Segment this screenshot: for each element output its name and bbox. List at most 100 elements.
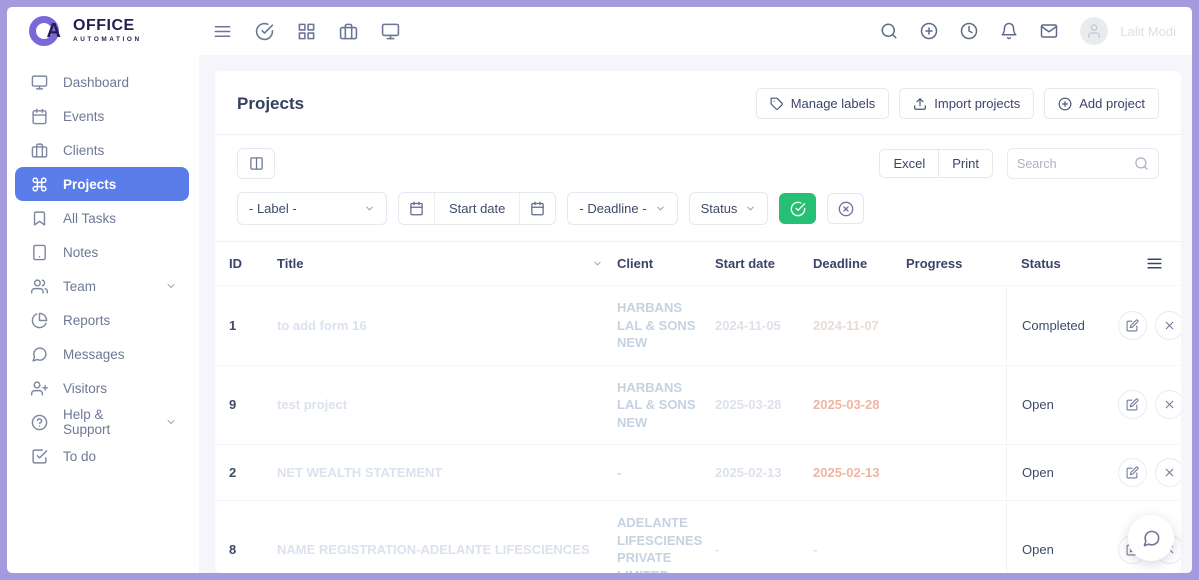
close-icon — [1163, 319, 1176, 332]
sidebar-item-help-support[interactable]: Help & Support — [15, 405, 189, 439]
project-id: 8 — [229, 529, 277, 570]
project-progress — [906, 392, 1006, 418]
check-circle-icon — [790, 201, 806, 217]
delete-project-button[interactable] — [1155, 311, 1181, 340]
start-date-range-filter: Start date — [398, 192, 556, 225]
deadline-filter-select[interactable]: - Deadline - — [567, 192, 677, 225]
column-header-status[interactable]: Status — [1006, 243, 1118, 284]
x-circle-icon — [838, 201, 854, 217]
column-visibility-button[interactable] — [237, 148, 275, 179]
sidebar-item-visitors[interactable]: Visitors — [15, 371, 189, 405]
sidebar-item-label: Dashboard — [63, 75, 129, 90]
search-input[interactable] — [1017, 157, 1134, 171]
sidebar-item-label: Visitors — [63, 381, 107, 396]
tasks-shortcut-icon[interactable] — [255, 22, 274, 41]
column-header-client[interactable]: Client — [617, 243, 715, 284]
sidebar-item-projects[interactable]: Projects — [15, 167, 189, 201]
column-header-title[interactable]: Title — [277, 243, 617, 284]
sidebar-item-dashboard[interactable]: Dashboard — [15, 65, 189, 99]
search-icon — [1134, 156, 1149, 171]
logo-ring-icon: A — [29, 16, 59, 46]
sidebar: Dashboard Events Clients Projects All Ta… — [7, 55, 199, 573]
table-row: 1 to add form 16 HARBANS LAL & SONS NEW … — [215, 286, 1181, 366]
column-header-start-date[interactable]: Start date — [715, 243, 813, 284]
sidebar-item-label: Projects — [63, 177, 116, 192]
column-header-id[interactable]: ID — [229, 243, 277, 284]
project-title-link[interactable]: test project — [277, 384, 617, 425]
project-title-link[interactable]: to add form 16 — [277, 305, 617, 346]
edit-project-button[interactable] — [1118, 390, 1147, 419]
project-title-link[interactable]: NAME REGISTRATION-ADELANTE LIFESCIENCES — [277, 529, 617, 570]
project-deadline: 2025-02-13 — [813, 452, 906, 493]
excel-export-button[interactable]: Excel — [879, 149, 938, 178]
import-projects-button[interactable]: Import projects — [899, 88, 1034, 119]
bookmark-icon — [31, 210, 48, 227]
calendar-icon[interactable] — [519, 193, 555, 224]
messages-mail-icon[interactable] — [1040, 22, 1058, 40]
sidebar-item-label: To do — [63, 449, 96, 464]
clients-shortcut-icon[interactable] — [339, 22, 358, 41]
sidebar-item-todo[interactable]: To do — [15, 439, 189, 473]
apply-filters-button[interactable] — [779, 193, 816, 224]
sidebar-item-label: Help & Support — [63, 407, 150, 437]
sidebar-item-label: Messages — [63, 347, 125, 362]
sidebar-item-events[interactable]: Events — [15, 99, 189, 133]
status-filter-select[interactable]: Status — [689, 192, 769, 225]
message-circle-icon — [31, 346, 48, 363]
sidebar-item-messages[interactable]: Messages — [15, 337, 189, 371]
edit-project-button[interactable] — [1118, 311, 1147, 340]
sidebar-item-label: Team — [63, 279, 96, 294]
edit-project-button[interactable] — [1118, 458, 1147, 487]
sidebar-item-label: Reports — [63, 313, 110, 328]
sidebar-item-team[interactable]: Team — [15, 269, 189, 303]
project-start-date: 2024-11-05 — [715, 305, 813, 346]
project-deadline: 2025-03-28 — [813, 384, 906, 425]
users-icon — [31, 278, 48, 295]
column-header-progress[interactable]: Progress — [906, 243, 1006, 284]
chat-bubble-icon — [1142, 529, 1161, 548]
monitor-icon — [31, 74, 48, 91]
top-bar: A OFFICE AUTOMATION Lalit M — [7, 7, 1192, 55]
manage-labels-button[interactable]: Manage labels — [756, 88, 890, 119]
search-icon[interactable] — [880, 22, 898, 40]
sort-descending-icon[interactable] — [592, 258, 603, 269]
calendar-icon[interactable] — [399, 193, 435, 224]
sidebar-item-all-tasks[interactable]: All Tasks — [15, 201, 189, 235]
dashboard-shortcut-icon[interactable] — [381, 22, 400, 41]
table-menu-icon[interactable] — [1118, 242, 1173, 285]
briefcase-icon — [31, 142, 48, 159]
project-id: 2 — [229, 452, 277, 493]
label-filter-select[interactable]: - Label - — [237, 192, 387, 225]
print-button[interactable]: Print — [938, 149, 993, 178]
add-project-button[interactable]: Add project — [1044, 88, 1159, 119]
plus-circle-icon — [1058, 97, 1072, 111]
apps-grid-icon[interactable] — [297, 22, 316, 41]
column-header-deadline[interactable]: Deadline — [813, 243, 906, 284]
user-plus-icon — [31, 380, 48, 397]
support-chat-button[interactable] — [1128, 515, 1174, 561]
sidebar-item-reports[interactable]: Reports — [15, 303, 189, 337]
project-id: 1 — [229, 305, 277, 346]
notifications-bell-icon[interactable] — [1000, 22, 1018, 40]
sidebar-toggle-icon[interactable] — [213, 22, 232, 41]
history-clock-icon[interactable] — [960, 22, 978, 40]
delete-project-button[interactable] — [1155, 390, 1181, 419]
quick-add-icon[interactable] — [920, 22, 938, 40]
logo-subtitle: AUTOMATION — [73, 37, 142, 43]
project-progress — [906, 460, 1006, 486]
sidebar-item-clients[interactable]: Clients — [15, 133, 189, 167]
project-client: ADELANTE LIFESCIENES PRIVATE LIMITED — [617, 501, 715, 573]
close-icon — [1163, 466, 1176, 479]
avatar[interactable] — [1080, 17, 1108, 45]
help-circle-icon — [31, 414, 48, 431]
start-date-filter-label[interactable]: Start date — [435, 193, 519, 224]
clear-filters-button[interactable] — [827, 193, 864, 224]
main-content: Projects Manage labels Import projects — [199, 55, 1192, 573]
user-icon — [1086, 23, 1102, 39]
project-title-link[interactable]: NET WEALTH STATEMENT — [277, 452, 617, 493]
user-name[interactable]: Lalit Modi — [1120, 24, 1176, 39]
sidebar-item-notes[interactable]: Notes — [15, 235, 189, 269]
project-progress — [906, 536, 1006, 562]
delete-project-button[interactable] — [1155, 458, 1181, 487]
app-logo[interactable]: A OFFICE AUTOMATION — [7, 16, 199, 46]
